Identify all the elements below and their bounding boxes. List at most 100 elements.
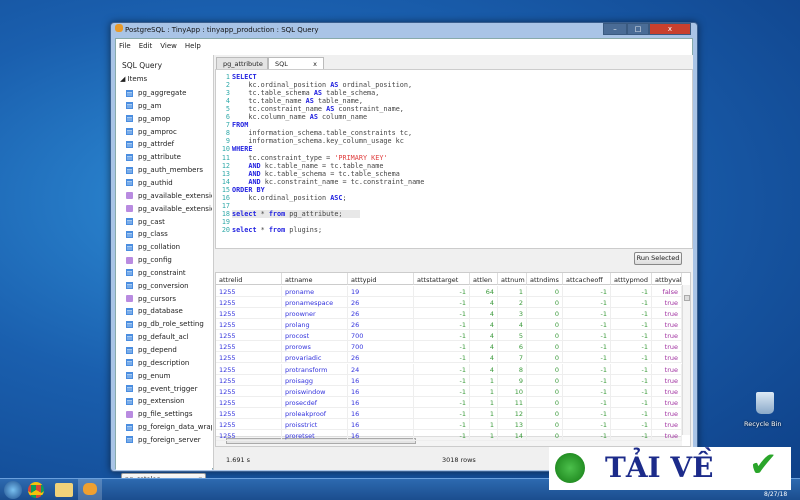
collapse-icon[interactable]: ◢ [120, 75, 128, 83]
table-cell[interactable]: -1 [414, 374, 470, 386]
table-cell[interactable]: 1255 [216, 385, 282, 397]
sidebar-item[interactable]: pg_config [126, 254, 212, 266]
table-cell[interactable]: provariadic [282, 352, 348, 364]
table-cell[interactable]: -1 [611, 396, 652, 408]
sidebar-item[interactable]: pg_foreign_data_wrapper [126, 421, 212, 433]
menu-file[interactable]: File [119, 42, 131, 50]
table-cell[interactable]: 1 [470, 374, 498, 386]
table-cell[interactable]: 5 [498, 330, 527, 342]
run-selected-button[interactable]: Run Selected [634, 252, 682, 265]
tab-pg-attribute[interactable]: pg_attributex [216, 57, 275, 69]
tab-sql-query[interactable]: SQL Query x [268, 57, 324, 76]
column-header[interactable]: attbyval [652, 273, 682, 285]
table-cell[interactable]: true [652, 319, 682, 331]
table-cell[interactable]: procost [282, 330, 348, 342]
close-button[interactable]: x [649, 23, 691, 35]
table-cell[interactable]: -1 [611, 385, 652, 397]
table-cell[interactable]: 11 [498, 396, 527, 408]
table-cell[interactable]: -1 [611, 330, 652, 342]
sidebar-item[interactable]: pg_db_role_setting [126, 318, 212, 330]
table-cell[interactable]: 4 [470, 297, 498, 309]
column-header[interactable]: attstattarget [414, 273, 470, 285]
table-cell[interactable]: 0 [527, 418, 563, 430]
table-cell[interactable]: 700 [348, 341, 414, 353]
table-cell[interactable]: 0 [527, 319, 563, 331]
sidebar-item[interactable]: pg_extension [126, 395, 212, 407]
table-cell[interactable]: 0 [527, 297, 563, 309]
table-cell[interactable]: 26 [348, 297, 414, 309]
table-cell[interactable]: -1 [563, 363, 611, 375]
postgres-app-taskbar-button[interactable] [78, 479, 102, 500]
table-cell[interactable]: -1 [563, 308, 611, 320]
chrome-icon[interactable] [28, 482, 44, 498]
table-cell[interactable]: -1 [563, 319, 611, 331]
table-cell[interactable]: 26 [348, 308, 414, 320]
table-cell[interactable]: 1255 [216, 407, 282, 419]
table-cell[interactable]: 1255 [216, 308, 282, 320]
table-cell[interactable]: 1255 [216, 396, 282, 408]
sidebar-item[interactable]: pg_amproc [126, 126, 212, 138]
table-cell[interactable]: true [652, 297, 682, 309]
table-cell[interactable]: -1 [414, 396, 470, 408]
table-cell[interactable]: 0 [527, 330, 563, 342]
table-cell[interactable]: 6 [498, 341, 527, 353]
table-cell[interactable]: -1 [611, 430, 652, 442]
scroll-thumb[interactable] [684, 295, 690, 301]
table-cell[interactable]: -1 [563, 341, 611, 353]
table-cell[interactable]: 16 [348, 418, 414, 430]
table-cell[interactable]: 16 [348, 407, 414, 419]
menu-view[interactable]: View [160, 42, 177, 50]
table-cell[interactable]: true [652, 341, 682, 353]
table-cell[interactable]: 2 [498, 297, 527, 309]
sidebar-item[interactable]: pg_available_extensions [126, 190, 212, 202]
table-cell[interactable]: true [652, 396, 682, 408]
table-cell[interactable]: 1 [470, 418, 498, 430]
table-cell[interactable]: -1 [414, 319, 470, 331]
column-header[interactable]: attrelid [216, 273, 282, 285]
table-cell[interactable]: -1 [414, 352, 470, 364]
table-cell[interactable]: -1 [611, 407, 652, 419]
sidebar-item[interactable]: pg_collation [126, 241, 212, 253]
sidebar-item[interactable]: pg_foreign_server [126, 434, 212, 446]
table-cell[interactable]: 26 [348, 352, 414, 364]
sidebar-item[interactable]: pg_attrdef [126, 138, 212, 150]
sidebar-item[interactable]: pg_class [126, 228, 212, 240]
column-header[interactable]: attndims [527, 273, 563, 285]
table-cell[interactable]: 1255 [216, 319, 282, 331]
maximize-button[interactable]: □ [627, 23, 649, 35]
table-cell[interactable]: proname [282, 286, 348, 297]
table-cell[interactable]: true [652, 363, 682, 375]
table-cell[interactable]: 19 [348, 286, 414, 297]
table-cell[interactable]: 4 [470, 308, 498, 320]
sql-editor[interactable]: 1 SELECT 2 kc.ordinal_position AS ordinal_… [215, 69, 693, 249]
table-cell[interactable]: -1 [563, 374, 611, 386]
table-cell[interactable]: 0 [527, 308, 563, 320]
table-cell[interactable]: -1 [563, 396, 611, 408]
table-cell[interactable]: -1 [563, 286, 611, 297]
sidebar-item[interactable]: pg_available_extension_versions [126, 203, 212, 215]
sidebar-header[interactable]: SQL Query [122, 61, 162, 70]
table-cell[interactable]: 0 [527, 374, 563, 386]
table-cell[interactable]: 1255 [216, 341, 282, 353]
menu-help[interactable]: Help [185, 42, 201, 50]
sidebar-item[interactable]: pg_default_acl [126, 331, 212, 343]
sidebar-item[interactable]: pg_auth_members [126, 164, 212, 176]
table-cell[interactable]: true [652, 308, 682, 320]
table-cell[interactable]: -1 [563, 385, 611, 397]
vertical-scrollbar[interactable] [682, 285, 690, 435]
table-cell[interactable]: -1 [611, 297, 652, 309]
table-cell[interactable]: true [652, 374, 682, 386]
table-cell[interactable]: 1255 [216, 297, 282, 309]
table-cell[interactable]: 0 [527, 407, 563, 419]
sidebar-item[interactable]: pg_attribute [126, 151, 212, 163]
sidebar-item[interactable]: pg_authid [126, 177, 212, 189]
table-cell[interactable]: proisstrict [282, 418, 348, 430]
table-cell[interactable]: 14 [498, 430, 527, 442]
sidebar-item[interactable]: pg_cursors [126, 293, 212, 305]
table-cell[interactable]: -1 [611, 319, 652, 331]
column-header[interactable]: attnum [498, 273, 527, 285]
table-cell[interactable]: prosecdef [282, 396, 348, 408]
table-cell[interactable]: proowner [282, 308, 348, 320]
table-cell[interactable]: 16 [348, 396, 414, 408]
sidebar-item[interactable]: pg_database [126, 305, 212, 317]
